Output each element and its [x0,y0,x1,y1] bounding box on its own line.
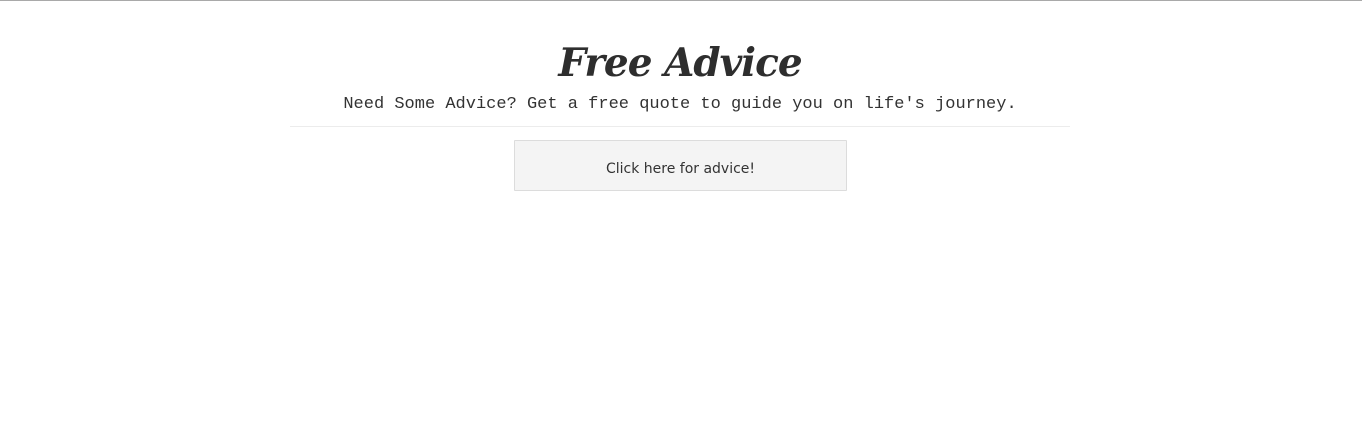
page-title: Free Advice [558,40,802,86]
get-advice-button[interactable]: Click here for advice! [514,140,847,191]
header-divider [290,126,1070,127]
page-subtitle: Need Some Advice? Get a free quote to gu… [343,95,1017,114]
